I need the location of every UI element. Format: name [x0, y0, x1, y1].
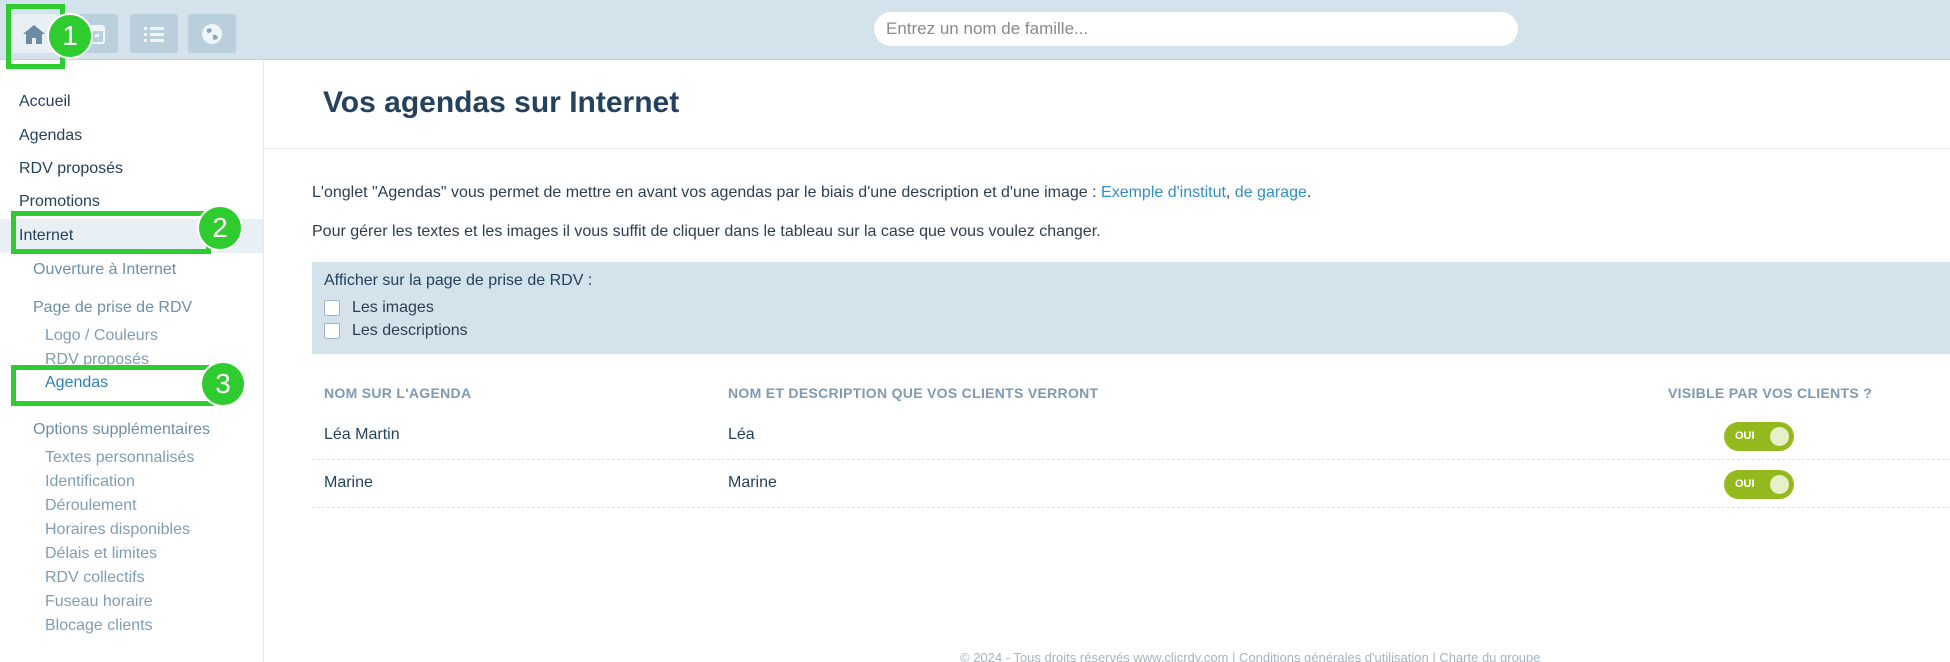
intro-text: L'onglet "Agendas" vous permet de mettre…	[312, 184, 1311, 202]
sidebar-item-delais[interactable]: Délais et limites	[45, 545, 157, 563]
option-descriptions[interactable]: Les descriptions	[324, 319, 1938, 342]
visible-toggle[interactable]: OUI	[1724, 422, 1794, 451]
internet-button[interactable]	[188, 14, 236, 53]
client-name-cell[interactable]: Marine	[728, 474, 777, 492]
title-divider	[265, 148, 1950, 149]
main-content: Vos agendas sur Internet L'onglet "Agend…	[265, 60, 1950, 662]
sidebar-item-deroulement[interactable]: Déroulement	[45, 497, 137, 515]
annotation-badge-2: 2	[197, 205, 243, 251]
annotation-box-2	[11, 211, 211, 254]
sidebar-item-ouverture[interactable]: Ouverture à Internet	[33, 261, 176, 279]
visible-toggle[interactable]: OUI	[1724, 470, 1794, 499]
images-label: Les images	[352, 298, 434, 316]
sidebar-item-fuseau[interactable]: Fuseau horaire	[45, 593, 153, 611]
agenda-name-cell[interactable]: Léa Martin	[324, 426, 400, 444]
sidebar-item-promotions[interactable]: Promotions	[19, 193, 100, 211]
sidebar-item-rdv-collectifs[interactable]: RDV collectifs	[45, 569, 145, 587]
table-row: Marine Marine OUI	[312, 460, 1950, 508]
sidebar-item-options[interactable]: Options supplémentaires	[33, 421, 210, 439]
descriptions-label: Les descriptions	[352, 321, 468, 339]
garage-link[interactable]: de garage	[1235, 184, 1307, 201]
toggle-label: OUI	[1735, 430, 1755, 442]
display-options: Afficher sur la page de prise de RDV : L…	[312, 262, 1950, 354]
table-row: Léa Martin Léa OUI	[312, 412, 1950, 460]
client-name-cell[interactable]: Léa	[728, 426, 755, 444]
sidebar-item-page-prise-rdv[interactable]: Page de prise de RDV	[33, 299, 192, 317]
toggle-knob	[1770, 427, 1789, 446]
option-images[interactable]: Les images	[324, 296, 1938, 319]
sidebar-item-agendas[interactable]: Agendas	[19, 127, 82, 145]
intro-label: L'onglet "Agendas" vous permet de mettre…	[312, 184, 1102, 201]
column-header-description: NOM ET DESCRIPTION QUE VOS CLIENTS VERRO…	[728, 385, 1099, 401]
sidebar-item-identification[interactable]: Identification	[45, 473, 135, 491]
column-header-visible: VISIBLE PAR VOS CLIENTS ?	[1668, 385, 1873, 401]
toggle-knob	[1770, 475, 1789, 494]
sidebar-item-horaires[interactable]: Horaires disponibles	[45, 521, 190, 539]
sidebar-item-rdv-proposes[interactable]: RDV proposés	[19, 160, 123, 178]
intro-end: .	[1306, 184, 1312, 201]
exemple-institut-link[interactable]: Exemple d'institut	[1101, 184, 1226, 201]
annotation-badge-3: 3	[200, 361, 246, 407]
sidebar-item-logo-couleurs[interactable]: Logo / Couleurs	[45, 327, 158, 345]
toggle-label: OUI	[1735, 478, 1755, 490]
intro-separator: ,	[1225, 184, 1235, 201]
page-title: Vos agendas sur Internet	[323, 86, 680, 119]
search-input[interactable]	[874, 12, 1518, 46]
descriptions-checkbox[interactable]	[324, 322, 340, 339]
top-bar	[0, 0, 1950, 60]
globe-icon	[202, 23, 222, 44]
list-button[interactable]	[130, 14, 178, 53]
display-options-title: Afficher sur la page de prise de RDV :	[324, 272, 593, 289]
sidebar-item-accueil[interactable]: Accueil	[19, 93, 71, 111]
column-header-name: NOM SUR L'AGENDA	[324, 385, 472, 401]
sidebar-item-textes[interactable]: Textes personnalisés	[45, 449, 194, 467]
annotation-box-3	[11, 365, 214, 406]
help-text: Pour gérer les textes et les images il v…	[312, 223, 1101, 240]
sidebar-item-blocage[interactable]: Blocage clients	[45, 617, 153, 635]
list-icon	[144, 26, 164, 42]
footer: © 2024 - Tous droits réservés www.clicrd…	[960, 650, 1541, 662]
agenda-name-cell[interactable]: Marine	[324, 474, 373, 492]
annotation-badge-1: 1	[47, 13, 93, 59]
images-checkbox[interactable]	[324, 299, 340, 316]
